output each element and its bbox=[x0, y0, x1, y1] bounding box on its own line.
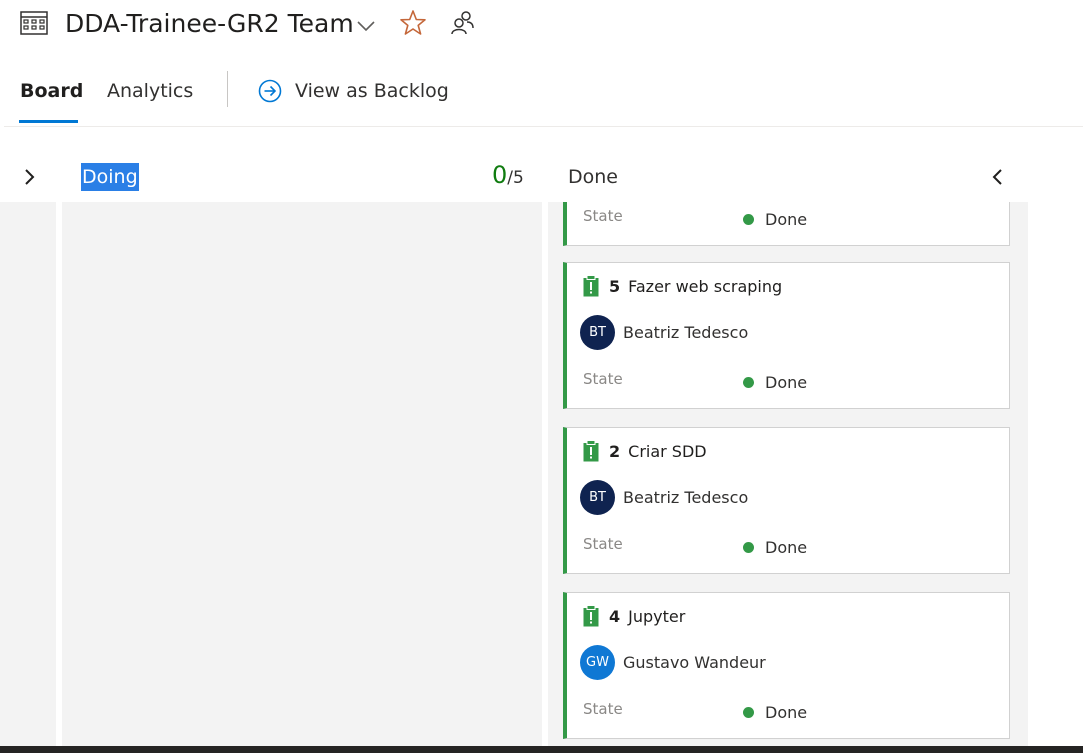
avatar: GW bbox=[580, 645, 615, 680]
bottom-bar bbox=[0, 746, 1083, 753]
assignee[interactable]: BT Beatriz Tedesco bbox=[580, 315, 748, 350]
avatar: BT bbox=[580, 480, 615, 515]
team-name[interactable]: DDA-Trainee-GR2 Team bbox=[65, 7, 354, 41]
column-title-doing[interactable]: Doing bbox=[81, 163, 139, 191]
assignee[interactable]: GW Gustavo Wandeur bbox=[580, 645, 766, 680]
assignee-name: Beatriz Tedesco bbox=[623, 488, 749, 507]
state-value[interactable]: Done bbox=[743, 703, 807, 722]
tab-board[interactable]: Board bbox=[20, 76, 83, 106]
state-text: Done bbox=[765, 538, 808, 557]
tabs-divider bbox=[4, 126, 1083, 127]
chevron-right-icon[interactable] bbox=[18, 166, 40, 188]
tab-separator bbox=[227, 71, 228, 107]
work-item-title[interactable]: Jupyter bbox=[628, 607, 685, 626]
work-item-id: 4 bbox=[609, 606, 621, 626]
board-grid-icon bbox=[20, 11, 48, 35]
column-title-done: Done bbox=[568, 166, 618, 188]
people-icon[interactable] bbox=[449, 10, 475, 36]
state-dot-icon bbox=[743, 377, 754, 388]
clipboard-icon bbox=[583, 275, 599, 297]
assignee[interactable]: BT Beatriz Tedesco bbox=[580, 480, 748, 515]
view-as-backlog-button[interactable]: View as Backlog bbox=[257, 76, 449, 106]
clipboard-icon bbox=[583, 440, 599, 462]
avatar: BT bbox=[580, 315, 615, 350]
work-item-card[interactable]: 5 Fazer web scraping BT Beatriz Tedesco … bbox=[563, 262, 1010, 409]
arrow-right-circle-icon bbox=[258, 79, 282, 103]
card-header: 5 Fazer web scraping bbox=[583, 275, 782, 297]
state-dot-icon bbox=[743, 707, 754, 718]
state-label: State bbox=[583, 207, 623, 225]
team-header: DDA-Trainee-GR2 Team bbox=[0, 0, 1083, 48]
state-text: Done bbox=[765, 373, 808, 392]
state-dot-icon bbox=[743, 542, 754, 553]
star-outline-icon[interactable] bbox=[399, 9, 427, 37]
wip-limit-value: /5 bbox=[507, 168, 524, 188]
collapsed-column-gutter bbox=[0, 202, 56, 746]
work-item-id: 2 bbox=[609, 441, 621, 461]
state-label: State bbox=[583, 535, 623, 553]
work-item-title[interactable]: Criar SDD bbox=[628, 442, 706, 461]
state-text: Done bbox=[765, 703, 808, 722]
assignee-name: Gustavo Wandeur bbox=[623, 653, 766, 672]
column-done: State Done 5 Fazer web scraping BT Beatr… bbox=[548, 202, 1028, 746]
wip-current-count: 0 bbox=[492, 161, 508, 189]
chevron-down-icon[interactable] bbox=[355, 14, 377, 36]
card-header: 2 Criar SDD bbox=[583, 440, 707, 462]
state-dot-icon bbox=[743, 214, 754, 225]
column-doing bbox=[62, 202, 542, 746]
view-as-backlog-label: View as Backlog bbox=[295, 80, 449, 102]
assignee-name: Beatriz Tedesco bbox=[623, 323, 749, 342]
tab-analytics[interactable]: Analytics bbox=[107, 76, 193, 106]
card-header: 4 Jupyter bbox=[583, 605, 685, 627]
state-value[interactable]: Done bbox=[743, 538, 807, 557]
state-label: State bbox=[583, 700, 623, 718]
work-item-card[interactable]: 4 Jupyter GW Gustavo Wandeur State Done bbox=[563, 592, 1010, 739]
tab-board-underline bbox=[19, 120, 78, 123]
state-value: Done bbox=[743, 210, 807, 229]
wip-limit-counter: 0/5 bbox=[492, 161, 524, 189]
clipboard-icon bbox=[583, 605, 599, 627]
state-text: Done bbox=[765, 210, 808, 229]
state-value[interactable]: Done bbox=[743, 373, 807, 392]
work-item-card[interactable]: 2 Criar SDD BT Beatriz Tedesco State Don… bbox=[563, 427, 1010, 574]
work-item-card[interactable]: State Done bbox=[563, 202, 1010, 246]
work-item-id: 5 bbox=[609, 276, 621, 296]
chevron-left-icon[interactable] bbox=[987, 166, 1009, 188]
work-item-title[interactable]: Fazer web scraping bbox=[628, 277, 782, 296]
state-label: State bbox=[583, 370, 623, 388]
